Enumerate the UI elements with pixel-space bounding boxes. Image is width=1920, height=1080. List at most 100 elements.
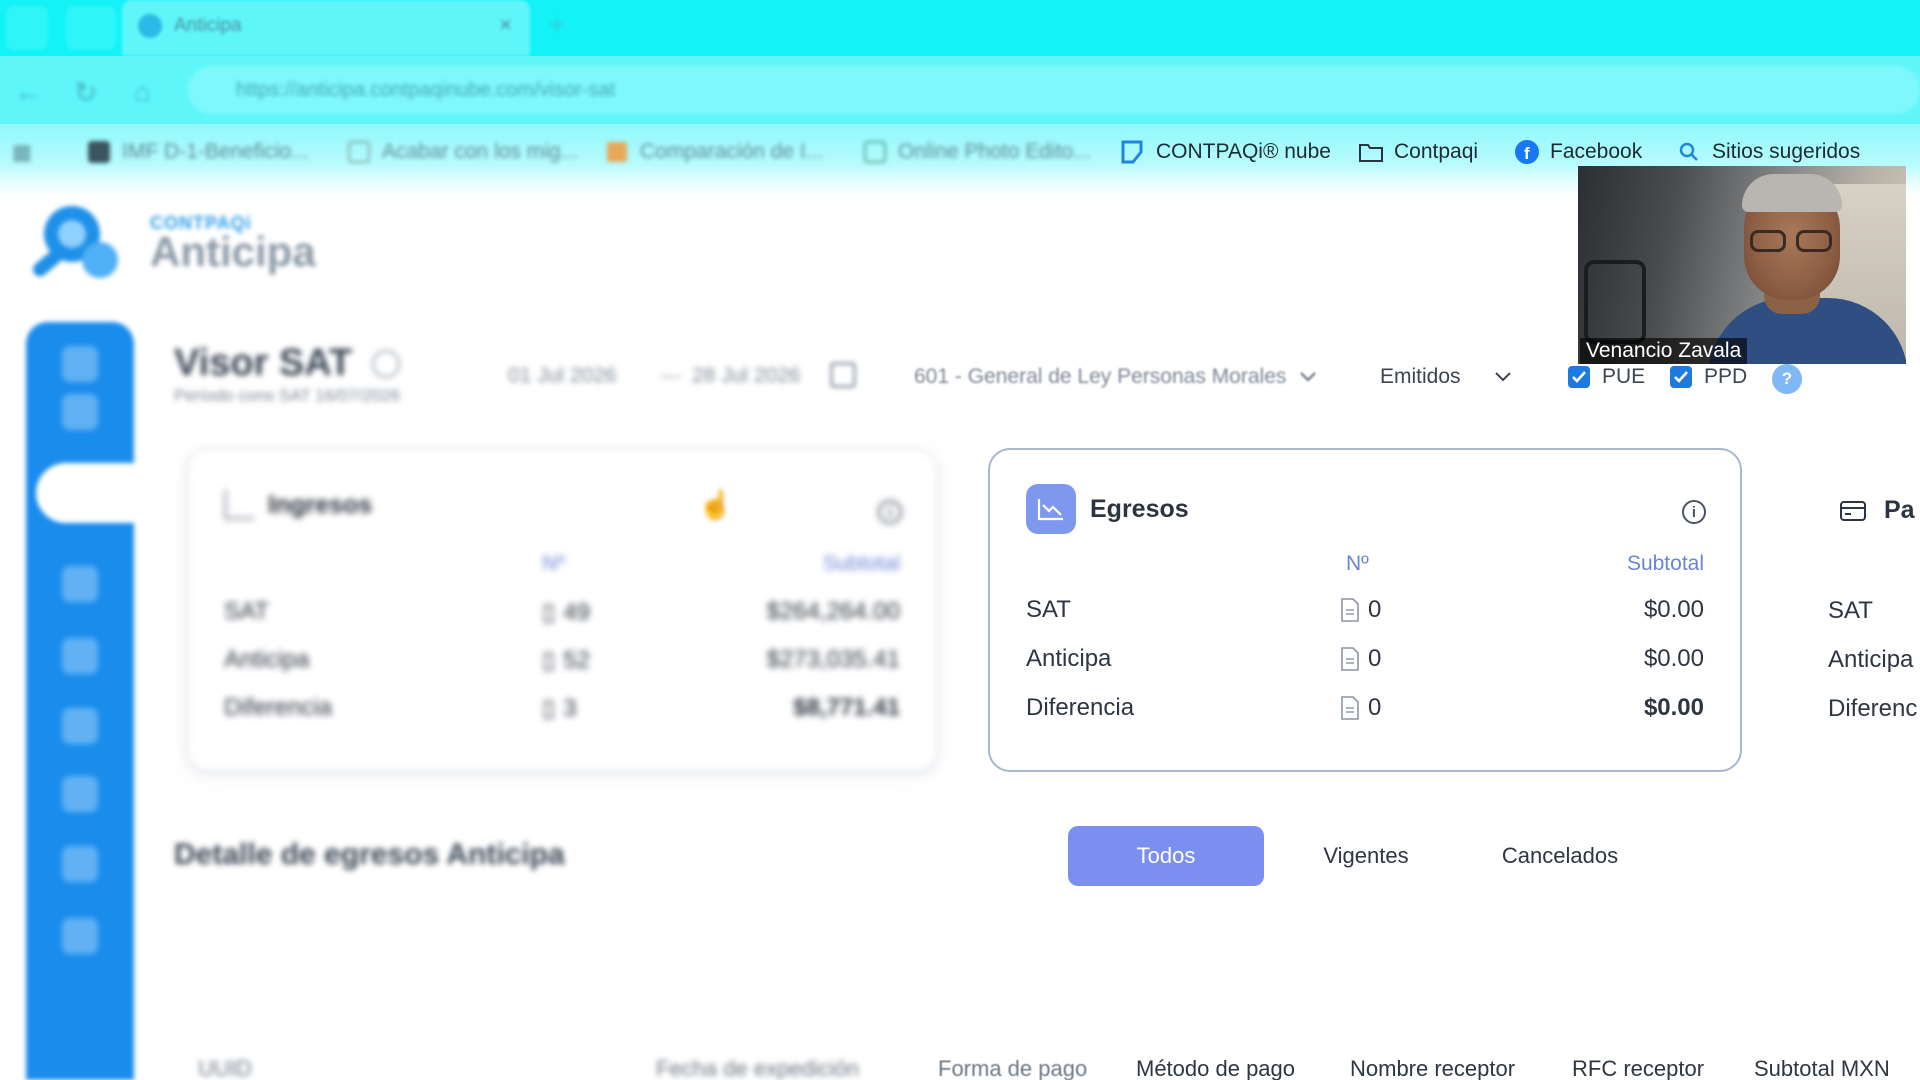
column-header-rfc-receptor[interactable]: RFC receptor bbox=[1572, 1056, 1704, 1080]
bookmark-contpaqi-folder[interactable]: Contpaqi bbox=[1358, 136, 1478, 168]
row-label: SAT bbox=[224, 598, 269, 625]
filter-vigentes-button[interactable]: Vigentes bbox=[1268, 826, 1464, 886]
date-separator: — bbox=[660, 364, 681, 387]
detail-section-title: Detalle de egresos Anticipa bbox=[174, 838, 565, 871]
bookmark-item[interactable]: Online Photo Edito... bbox=[862, 136, 1091, 168]
ppd-label: PPD bbox=[1704, 365, 1748, 388]
pue-checkbox[interactable]: PUE bbox=[1568, 364, 1645, 390]
sidebar-settings-icon[interactable] bbox=[62, 918, 98, 954]
chevron-down-icon bbox=[1494, 372, 1511, 382]
video-person-hair bbox=[1742, 174, 1842, 212]
bookmark-suggested-sites[interactable]: Sitios sugeridos bbox=[1676, 136, 1860, 168]
anticipa-favicon-icon bbox=[138, 14, 162, 38]
cfdi-type-select[interactable]: Emitidos bbox=[1380, 362, 1511, 392]
document-icon: ▯ bbox=[542, 695, 556, 722]
row-subtotal: $0.00 bbox=[1643, 596, 1704, 623]
video-glasses bbox=[1750, 230, 1786, 252]
col-header-n: Nº bbox=[542, 552, 565, 575]
col-header-subtotal: Subtotal bbox=[1626, 552, 1704, 575]
apps-icon[interactable]: ▦ bbox=[12, 136, 32, 168]
bookmark-item[interactable]: Acabar con los mig... bbox=[346, 136, 578, 168]
column-header-metodo-pago[interactable]: Método de pago bbox=[1136, 1056, 1295, 1080]
address-bar[interactable]: https://anticipa.contpaqinube.com/visor-… bbox=[188, 66, 1920, 114]
checkbox-checked-icon bbox=[1568, 366, 1590, 388]
info-icon[interactable]: i bbox=[878, 500, 902, 524]
new-tab-icon[interactable]: + bbox=[548, 8, 566, 42]
column-header-subtotal-mxn[interactable]: Subtotal MXN bbox=[1754, 1056, 1890, 1080]
sidebar-sync-icon[interactable] bbox=[62, 846, 98, 882]
filter-cancelados-button[interactable]: Cancelados bbox=[1462, 826, 1658, 886]
card-title: Ingresos bbox=[268, 490, 373, 519]
column-header-uuid[interactable]: UUID bbox=[198, 1056, 252, 1080]
sidebar-item-active[interactable] bbox=[36, 463, 146, 523]
tab-list-button[interactable] bbox=[6, 6, 48, 50]
bookmark-contpaqi-nube[interactable]: CONTPAQi® nube bbox=[1120, 136, 1331, 168]
video-glasses bbox=[1796, 230, 1832, 252]
info-icon[interactable]: i bbox=[1682, 500, 1706, 524]
hand-cursor-icon: ☝ bbox=[698, 489, 733, 520]
back-icon[interactable]: ← bbox=[14, 76, 42, 108]
row-label: Diferencia bbox=[224, 694, 333, 721]
bookmark-item[interactable]: Comparación de I... bbox=[604, 136, 823, 168]
sidebar-chart-icon[interactable] bbox=[62, 394, 98, 430]
workspace-icon[interactable] bbox=[66, 6, 116, 50]
tax-regime-select[interactable]: 601 - General de Ley Personas Morales bbox=[914, 362, 1317, 392]
row-count[interactable]: 0 bbox=[1340, 596, 1381, 624]
browser-tab-strip: Anticipa × + bbox=[0, 0, 1920, 56]
row-label: SAT bbox=[1828, 597, 1873, 624]
document-icon: ▯ bbox=[542, 599, 556, 626]
help-button[interactable]: ? bbox=[1772, 364, 1802, 394]
bookmark-facebook[interactable]: f Facebook bbox=[1514, 136, 1642, 168]
date-to-input[interactable]: 28 Jul 2026 bbox=[692, 364, 801, 388]
column-header-forma-pago[interactable]: Forma de pago bbox=[938, 1056, 1087, 1080]
credit-card-icon bbox=[1840, 500, 1866, 521]
page-icon bbox=[346, 139, 372, 165]
filter-todos-button[interactable]: Todos bbox=[1068, 826, 1264, 886]
row-subtotal: $273,035.41 bbox=[766, 646, 900, 673]
row-count[interactable]: ▯ 3 bbox=[542, 694, 577, 723]
sidebar-document-icon[interactable] bbox=[62, 566, 98, 602]
col-header-subtotal: Subtotal bbox=[822, 552, 900, 575]
search-icon bbox=[1676, 139, 1702, 165]
document-icon bbox=[1341, 647, 1359, 671]
row-subtotal: $8,771.41 bbox=[793, 694, 900, 721]
card-title: Pa bbox=[1884, 496, 1915, 524]
column-header-nombre-receptor[interactable]: Nombre receptor bbox=[1350, 1056, 1515, 1080]
close-tab-icon[interactable]: × bbox=[499, 12, 512, 38]
title-info-icon[interactable] bbox=[372, 350, 400, 378]
ppd-checkbox[interactable]: PPD bbox=[1670, 364, 1747, 390]
row-label: Diferencia bbox=[1026, 694, 1135, 721]
cfdi-type-value: Emitidos bbox=[1380, 365, 1461, 388]
row-label: Anticipa bbox=[1828, 646, 1914, 673]
document-icon bbox=[1341, 598, 1359, 622]
sidebar-dashboard-icon[interactable] bbox=[62, 346, 98, 382]
refresh-icon[interactable]: ↻ bbox=[74, 76, 97, 109]
chevron-down-icon bbox=[1300, 372, 1317, 382]
bookmark-item[interactable]: IMF D-1-Beneficio... bbox=[86, 136, 309, 168]
row-label: Diferenc bbox=[1828, 695, 1918, 722]
egresos-card[interactable]: Egresos i Nº Subtotal SAT 0 $0.00 Antici… bbox=[988, 448, 1742, 772]
ingresos-card[interactable]: Ingresos i Nº Subtotal SAT ▯ 49 $264,264.… bbox=[186, 448, 938, 772]
home-icon[interactable]: ⌂ bbox=[134, 76, 151, 108]
row-count[interactable]: 0 bbox=[1340, 694, 1381, 722]
row-label: Anticipa bbox=[224, 646, 310, 673]
calendar-icon[interactable] bbox=[830, 362, 856, 388]
pagos-card-header[interactable]: Pa bbox=[1840, 496, 1915, 525]
row-count[interactable]: 0 bbox=[1340, 645, 1381, 673]
row-count[interactable]: ▯ 52 bbox=[542, 646, 590, 675]
row-count[interactable]: ▯ 49 bbox=[542, 598, 590, 627]
chart-icon bbox=[224, 490, 254, 520]
sidebar-shield-icon[interactable] bbox=[62, 776, 98, 812]
browser-tab-active[interactable]: Anticipa × bbox=[122, 0, 530, 56]
photo-icon bbox=[862, 139, 888, 165]
facebook-icon: f bbox=[1514, 139, 1540, 165]
document-icon: ▯ bbox=[542, 647, 556, 674]
date-from-input[interactable]: 01 Jul 2026 bbox=[508, 364, 617, 388]
row-subtotal: $0.00 bbox=[1643, 645, 1704, 672]
sidebar-eye-icon[interactable] bbox=[62, 708, 98, 744]
row-subtotal: $0.00 bbox=[1643, 694, 1704, 721]
sidebar-chat-icon[interactable] bbox=[62, 638, 98, 674]
column-header-fecha[interactable]: Fecha de expedición bbox=[656, 1056, 859, 1080]
row-label: Anticipa bbox=[1026, 645, 1112, 672]
participant-name: Venancio Zavala bbox=[1580, 338, 1748, 364]
